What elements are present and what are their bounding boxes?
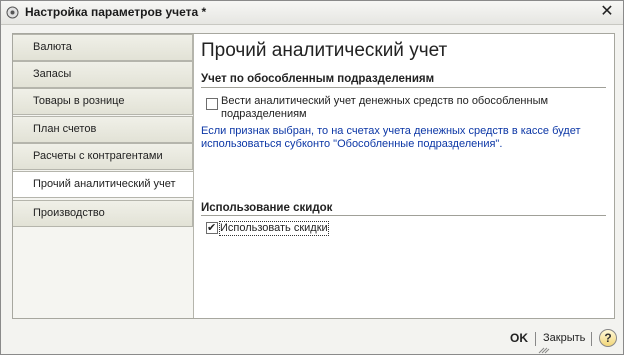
section-divider (201, 215, 606, 216)
content-panel: Прочий аналитический учет Учет по обособ… (193, 34, 614, 318)
title-bar: Настройка параметров учета * ✕ (1, 1, 623, 25)
divisions-checkbox-label[interactable]: Вести аналитический учет денежных средст… (221, 95, 548, 121)
hint-line2: использоваться субконто "Обособленные по… (201, 138, 503, 150)
divisions-checkbox[interactable] (206, 98, 218, 110)
sidebar-item-inventory[interactable]: Запасы (13, 61, 193, 88)
sidebar-item-chart-of-accounts[interactable]: План счетов (13, 116, 193, 143)
sidebar-item-other-analytics[interactable]: Прочий аналитический учет (13, 171, 194, 198)
close-button[interactable]: Закрыть (543, 332, 585, 344)
resize-grip-icon[interactable] (538, 347, 550, 354)
footer-separator (535, 332, 536, 346)
section-title-divisions: Учет по обособленным подразделениям (201, 73, 435, 85)
section-divider (201, 87, 606, 88)
page-title: Прочий аналитический учет (201, 40, 448, 61)
footer-separator (591, 332, 592, 346)
sidebar-item-production[interactable]: Производство (13, 200, 193, 227)
window-title: Настройка параметров учета * (25, 5, 207, 19)
discounts-checkbox[interactable] (206, 221, 218, 234)
divisions-label-line1: Вести аналитический учет денежных средст… (221, 95, 549, 107)
hint-line1: Если признак выбран, то на счетах учета … (201, 125, 581, 137)
footer: OK Закрыть ? (1, 321, 623, 355)
section-title-discounts: Использование скидок (201, 202, 333, 214)
ok-button[interactable]: OK (510, 331, 528, 345)
divisions-hint: Если признак выбран, то на счетах учета … (201, 125, 580, 151)
sidebar-item-currency[interactable]: Валюта (13, 34, 193, 61)
settings-window: Настройка параметров учета * ✕ Валюта За… (0, 0, 624, 355)
sidebar-item-retail-goods[interactable]: Товары в рознице (13, 88, 193, 115)
close-icon[interactable]: ✕ (599, 4, 615, 20)
discounts-checkbox-label[interactable]: Использовать скидки (219, 221, 329, 236)
divisions-label-line2: подразделениям (221, 108, 307, 120)
help-icon[interactable]: ? (599, 329, 617, 347)
sidebar: Валюта Запасы Товары в рознице План счет… (13, 34, 194, 318)
app-gear-icon (6, 6, 19, 19)
sidebar-item-counterparty-settlements[interactable]: Расчеты с контрагентами (13, 143, 193, 170)
